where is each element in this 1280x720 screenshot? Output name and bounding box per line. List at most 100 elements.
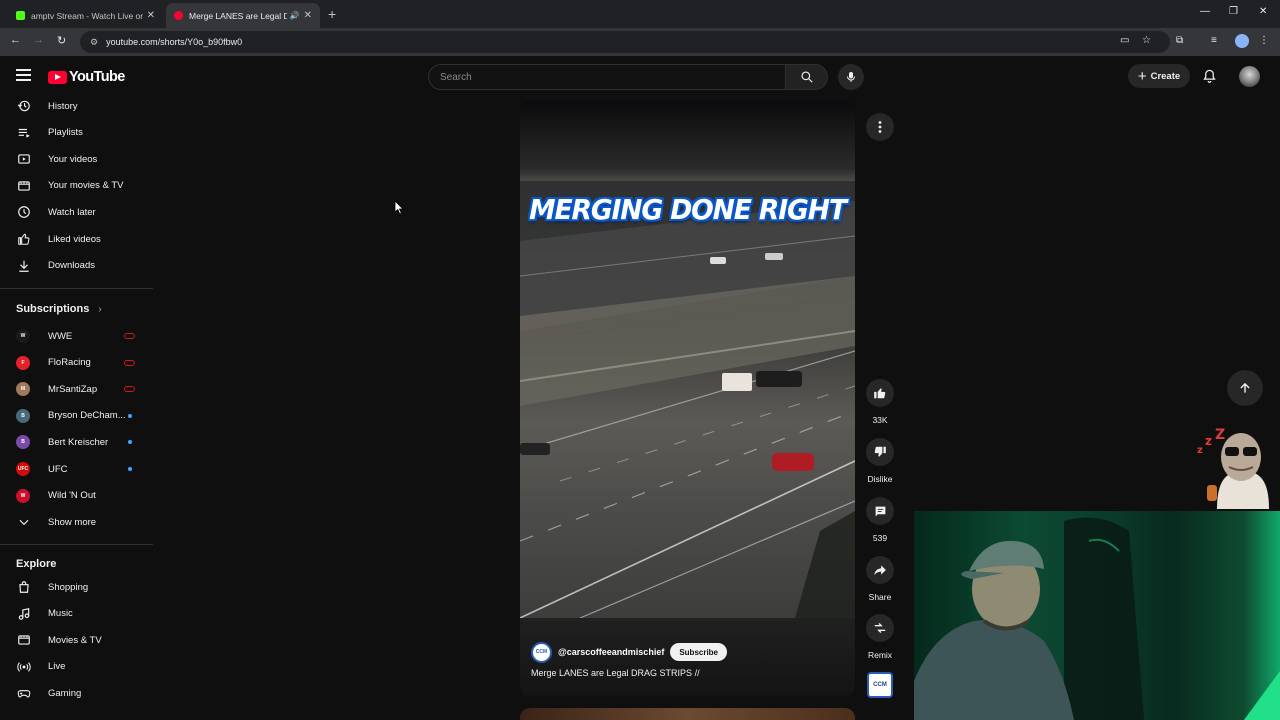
live-icon — [16, 659, 32, 675]
like-action: 33K — [865, 379, 895, 425]
subscription-label: MrSantiZap — [48, 383, 98, 395]
share-button[interactable] — [866, 556, 894, 584]
watch-later-icon — [16, 204, 32, 220]
bookmark-star-icon[interactable]: ☆ — [1142, 35, 1151, 46]
youtube-logo[interactable]: YouTube — [48, 69, 125, 85]
create-button[interactable]: + Create — [1128, 64, 1190, 88]
youtube-play-icon — [48, 70, 67, 84]
search-button[interactable] — [786, 64, 828, 90]
sound-thumbnail[interactable]: CCM — [867, 672, 893, 698]
comment-icon — [875, 506, 885, 516]
sidebar-item-label: Live — [48, 661, 66, 673]
sidebar-item-gaming[interactable]: Gaming — [16, 683, 146, 703]
create-label: Create — [1150, 70, 1181, 82]
short-title[interactable]: Merge LANES are Legal DRAG STRIPS // — [531, 668, 700, 678]
sidebar-item-shopping[interactable]: Shopping — [16, 577, 146, 597]
history-icon — [16, 98, 32, 114]
channel-avatar-text: CCM — [535, 649, 548, 655]
sidebar-item-history[interactable]: History — [16, 96, 146, 116]
screen: amptv Stream - Watch Live on K ✕ Merge L… — [0, 0, 1280, 720]
guide-sidebar: History Playlists Your videos Your movies &… — [0, 96, 153, 720]
kick-favicon-icon — [16, 11, 25, 20]
sidebar-item-your-videos[interactable]: Your videos — [16, 149, 146, 169]
url-text: youtube.com/shorts/Y0o_b90fbw0 — [106, 37, 243, 47]
more-vert-icon — [878, 121, 882, 133]
media-control-icon[interactable]: ≡ — [1211, 35, 1217, 46]
speaker-icon[interactable]: 🔊 — [290, 11, 300, 20]
browser-tab-youtube[interactable]: Merge LANES are Legal DR 🔊 ✕ — [166, 3, 320, 28]
sidebar-item-label: Music — [48, 608, 73, 620]
next-short-preview[interactable] — [520, 708, 855, 720]
subscription-label: UFC — [48, 463, 68, 475]
subscription-bryson-decham[interactable]: B Bryson DeCham... — [16, 406, 153, 426]
channel-avatar: B — [16, 435, 30, 450]
restore-icon[interactable]: ❐ — [1229, 6, 1238, 17]
channel-avatar: M — [16, 382, 30, 397]
close-tab-icon[interactable]: ✕ — [147, 10, 155, 21]
sidebar-item-liked-videos[interactable]: Liked videos — [16, 229, 146, 249]
like-button[interactable] — [866, 379, 894, 407]
sidebar-item-movies-tv[interactable]: Movies & TV — [16, 630, 146, 650]
channel-avatar[interactable]: CCM — [531, 641, 552, 663]
sidebar-divider — [0, 288, 153, 289]
subscription-bert-kreischer[interactable]: B Bert Kreischer — [16, 432, 153, 452]
subscription-ufc[interactable]: UFC UFC — [16, 459, 153, 479]
previous-short-button[interactable] — [1227, 370, 1263, 406]
new-tab-icon[interactable]: + — [328, 6, 336, 22]
sidebar-item-live[interactable]: Live — [16, 657, 146, 677]
playlists-icon — [16, 125, 32, 141]
video-overlay-title: MERGING DONE RIGHT — [529, 193, 847, 226]
address-bar[interactable]: ⚙ youtube.com/shorts/Y0o_b90fbw0 — [80, 31, 1170, 53]
sidebar-item-downloads[interactable]: Downloads — [16, 256, 146, 276]
show-more-button[interactable]: Show more — [16, 512, 146, 532]
extensions-icon[interactable]: ⧉ — [1176, 35, 1183, 46]
browser-toolbar: ← → ↻ ⚙ youtube.com/shorts/Y0o_b90fbw0 ▭… — [0, 28, 1280, 56]
comments-button[interactable] — [866, 497, 894, 525]
your-videos-icon — [16, 151, 32, 167]
sidebar-item-label: Downloads — [48, 260, 95, 272]
back-icon[interactable]: ← — [10, 34, 21, 46]
logo-text: YouTube — [69, 69, 125, 85]
browser-tab-kick[interactable]: amptv Stream - Watch Live on K ✕ — [8, 3, 163, 28]
shorts-video-player[interactable]: MERGING DONE RIGHT — [520, 101, 855, 696]
guide-menu-icon[interactable] — [16, 69, 31, 81]
comments-action: 539 — [865, 497, 895, 543]
channel-handle[interactable]: @carscoffeeandmischief — [558, 647, 664, 657]
close-tab-icon[interactable]: ✕ — [304, 10, 312, 21]
share-action: Share — [865, 556, 895, 602]
subscriptions-heading[interactable]: Subscriptions › — [16, 303, 102, 315]
site-info-icon[interactable]: ⚙ — [90, 37, 98, 48]
sidebar-item-your-movies-tv[interactable]: Your movies & TV — [16, 176, 146, 196]
account-avatar[interactable] — [1239, 66, 1260, 87]
subscription-label: Bryson DeCham... — [48, 410, 126, 422]
channel-avatar: W — [16, 329, 30, 343]
remix-button[interactable] — [866, 614, 894, 642]
sidebar-item-label: History — [48, 100, 78, 112]
voice-search-button[interactable] — [838, 64, 864, 90]
sidebar-item-music[interactable]: Music — [16, 604, 146, 624]
microphone-icon — [847, 72, 855, 82]
notifications-bell-icon[interactable] — [1202, 68, 1217, 89]
show-more-label: Show more — [48, 516, 97, 528]
subscribe-button[interactable]: Subscribe — [670, 643, 728, 661]
dislike-label: Dislike — [867, 474, 893, 484]
minimize-icon[interactable]: — — [1200, 6, 1210, 17]
search-input[interactable]: Search — [428, 64, 786, 90]
more-options-button[interactable] — [866, 113, 894, 141]
webcam-scene — [914, 517, 1280, 720]
forward-icon[interactable]: → — [33, 34, 44, 46]
window-close-icon[interactable]: ✕ — [1259, 6, 1267, 17]
sidebar-item-label: Gaming — [48, 687, 82, 699]
sidebar-item-playlists[interactable]: Playlists — [16, 123, 146, 143]
reload-icon[interactable]: ↻ — [57, 34, 66, 47]
channel-avatar: UFC — [16, 462, 30, 476]
download-icon — [16, 258, 32, 274]
browser-profile-icon[interactable] — [1235, 34, 1249, 48]
channel-avatar: B — [16, 408, 30, 423]
dislike-button[interactable] — [866, 438, 894, 466]
install-app-icon[interactable]: ▭ — [1120, 35, 1129, 46]
subscription-wild-n-out[interactable]: W Wild 'N Out — [16, 486, 153, 506]
browser-menu-icon[interactable]: ⋮ — [1259, 35, 1269, 46]
sidebar-item-watch-later[interactable]: Watch later — [16, 202, 146, 222]
svg-text:Z: Z — [1215, 427, 1225, 443]
